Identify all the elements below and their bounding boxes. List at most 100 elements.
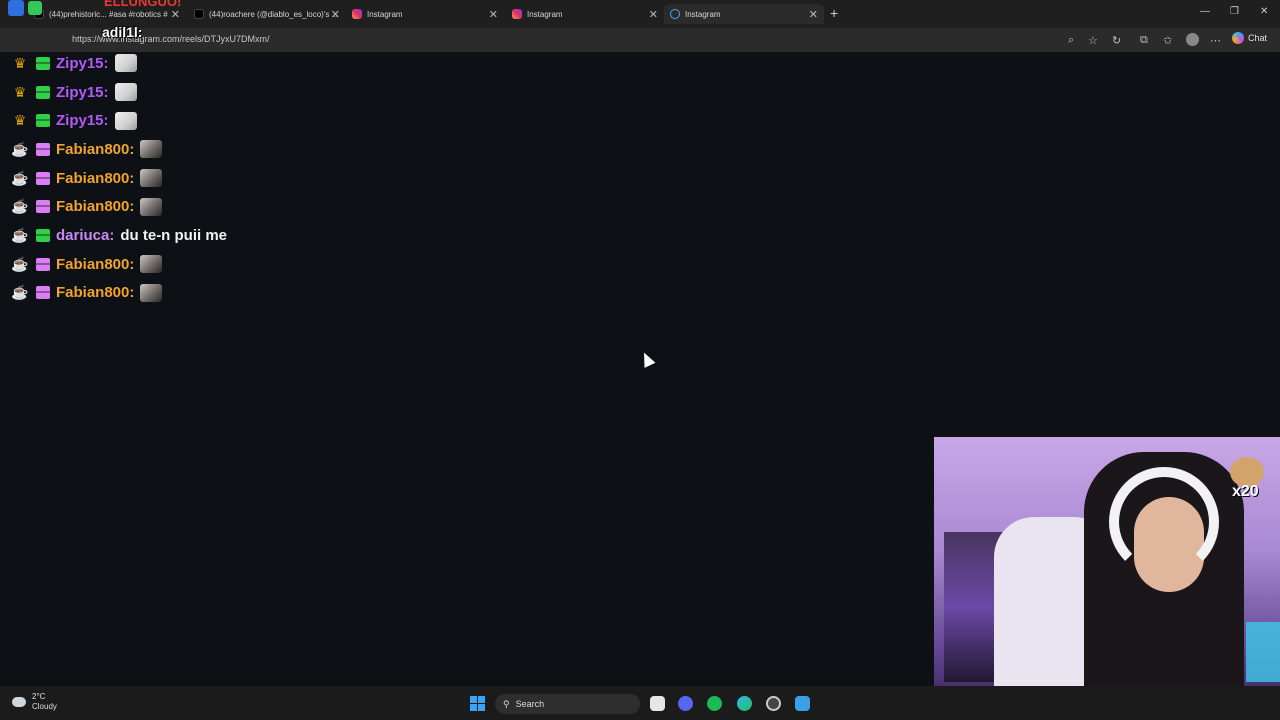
gift-badge-icon bbox=[36, 286, 50, 300]
close-icon[interactable]: ✕ bbox=[171, 8, 180, 21]
chat-username[interactable]: Fabian800: bbox=[56, 284, 134, 301]
weather-temp: 2°C bbox=[32, 692, 46, 701]
spotify-icon[interactable] bbox=[707, 696, 722, 711]
webcam-light bbox=[1246, 622, 1280, 682]
chat-username[interactable]: Fabian800: bbox=[56, 170, 134, 187]
close-icon[interactable]: ✕ bbox=[331, 8, 340, 21]
loading-icon bbox=[670, 9, 680, 19]
close-icon[interactable]: ✕ bbox=[809, 8, 818, 21]
overlay-username: adil1l: bbox=[102, 24, 143, 40]
tab-title: Instagram bbox=[527, 9, 563, 19]
overlay-badge-icon bbox=[8, 0, 24, 16]
tab-instagram-2[interactable]: Instagram ✕ bbox=[506, 4, 664, 24]
new-tab-button[interactable]: + bbox=[830, 5, 838, 21]
profile-avatar[interactable] bbox=[1186, 33, 1199, 46]
edge-icon[interactable] bbox=[737, 696, 752, 711]
favorites-icon[interactable]: ✩ bbox=[1163, 34, 1172, 47]
gift-badge-icon bbox=[36, 114, 50, 128]
webcam-feed: x20 bbox=[934, 437, 1280, 720]
tab-tiktok-2[interactable]: (44)roachere (@diablo_es_loco)'s ... ✕ bbox=[188, 4, 346, 24]
cat-emote-icon bbox=[114, 111, 137, 130]
close-icon[interactable]: ✕ bbox=[649, 8, 658, 21]
extensions-icon[interactable]: ⧉ bbox=[1140, 34, 1148, 47]
face-emote-icon bbox=[140, 283, 163, 302]
chat-message: ☕ Fabian800: bbox=[10, 279, 227, 308]
crown-icon: ♛ bbox=[13, 54, 27, 71]
chat-username[interactable]: Fabian800: bbox=[56, 256, 134, 273]
chat-username[interactable]: Zipy15: bbox=[56, 55, 109, 72]
chat-label: Chat bbox=[1248, 33, 1268, 43]
file-explorer-icon[interactable] bbox=[650, 696, 665, 711]
coffee-icon: ☕ bbox=[11, 140, 29, 157]
chat-message: ☕ Fabian800: bbox=[10, 250, 227, 279]
tab-instagram-active[interactable]: Instagram ✕ bbox=[664, 4, 824, 24]
mouse-cursor bbox=[638, 350, 656, 368]
face-emote-icon bbox=[140, 169, 163, 188]
favorite-star-icon[interactable]: ☆ bbox=[1088, 34, 1098, 47]
tab-instagram-1[interactable]: Instagram ✕ bbox=[346, 4, 504, 24]
taskbar bbox=[0, 686, 1280, 720]
tab-title: (44)prehistoric... #asa #robotics # bbox=[49, 9, 168, 19]
gift-badge-icon bbox=[36, 142, 50, 156]
instagram-icon bbox=[512, 9, 522, 19]
instagram-icon bbox=[352, 9, 362, 19]
chat-message: ♛ Zipy15: bbox=[10, 49, 227, 78]
gift-badge-icon bbox=[36, 200, 50, 214]
taskbar-search[interactable]: ⚲ Search bbox=[495, 694, 640, 714]
coffee-icon: ☕ bbox=[11, 198, 29, 215]
chat-username[interactable]: Fabian800: bbox=[56, 141, 134, 158]
close-window-icon[interactable]: ✕ bbox=[1260, 6, 1268, 17]
obs-icon[interactable] bbox=[766, 696, 781, 711]
gift-badge-icon bbox=[36, 85, 50, 99]
chat-message: ☕ Fabian800: bbox=[10, 164, 227, 193]
tab-title: Instagram bbox=[367, 9, 403, 19]
app-window-icon[interactable] bbox=[795, 696, 810, 711]
chat-username[interactable]: Zipy15: bbox=[56, 84, 109, 101]
gift-count: x20 bbox=[1232, 483, 1259, 500]
gift-badge-icon bbox=[36, 56, 50, 70]
tiktok-icon bbox=[194, 9, 204, 19]
chat-message-text: du te-n puii me bbox=[120, 226, 228, 244]
tab-title: Instagram bbox=[685, 9, 721, 19]
discord-icon[interactable] bbox=[678, 696, 693, 711]
chat-message: ♛ Zipy15: bbox=[10, 78, 227, 107]
copilot-icon bbox=[1232, 32, 1244, 44]
chat-message: ☕ dariuca: du te-n puii me bbox=[10, 221, 227, 250]
weather-widget[interactable]: 2°C Cloudy bbox=[12, 692, 57, 712]
overlay-gift-icon bbox=[28, 1, 42, 15]
restore-icon[interactable]: ❐ bbox=[1230, 6, 1239, 17]
gift-badge-icon bbox=[36, 171, 50, 185]
windows-start-icon[interactable] bbox=[470, 696, 485, 711]
search-icon: ⚲ bbox=[503, 698, 510, 709]
face-emote-icon bbox=[140, 197, 163, 216]
more-menu-icon[interactable]: ⋯ bbox=[1210, 34, 1221, 47]
coffee-icon: ☕ bbox=[11, 284, 29, 301]
close-icon[interactable]: ✕ bbox=[489, 8, 498, 21]
chat-username[interactable]: dariuca: bbox=[56, 227, 114, 244]
face-emote-icon bbox=[140, 140, 163, 159]
chat-username[interactable]: Fabian800: bbox=[56, 198, 134, 215]
chat-list: ♛ Zipy15: ♛ Zipy15: ♛ Zipy15: ☕ Fabian800: ☕ Fabi… bbox=[10, 49, 227, 307]
tab-title: (44)roachere (@diablo_es_loco)'s ... bbox=[209, 9, 339, 19]
refresh-icon[interactable]: ↻ bbox=[1112, 34, 1121, 47]
search-label: Search bbox=[515, 699, 545, 709]
tab-bar: (44)prehistoric... #asa #robotics # ✕ (4… bbox=[0, 0, 1280, 28]
weather-condition: Cloudy bbox=[32, 702, 57, 711]
coffee-icon: ☕ bbox=[11, 226, 29, 243]
zoom-icon[interactable]: ⌕ bbox=[1068, 34, 1074, 47]
crown-icon: ♛ bbox=[13, 83, 27, 100]
minimize-icon[interactable]: — bbox=[1200, 6, 1210, 17]
crown-icon: ♛ bbox=[13, 112, 27, 129]
chat-username[interactable]: Zipy15: bbox=[56, 112, 109, 129]
cloud-icon bbox=[12, 697, 26, 707]
stream-overlay-badges bbox=[8, 0, 42, 16]
gift-badge-icon bbox=[36, 228, 50, 242]
chat-message: ☕ Fabian800: bbox=[10, 135, 227, 164]
cat-emote-icon bbox=[114, 54, 137, 73]
coffee-icon: ☕ bbox=[11, 255, 29, 272]
headset-icon bbox=[1109, 467, 1219, 577]
coffee-icon: ☕ bbox=[11, 169, 29, 186]
gift-badge-icon bbox=[36, 257, 50, 271]
cat-emote-icon bbox=[114, 83, 137, 102]
copilot-chat-button[interactable]: Chat bbox=[1232, 32, 1267, 44]
